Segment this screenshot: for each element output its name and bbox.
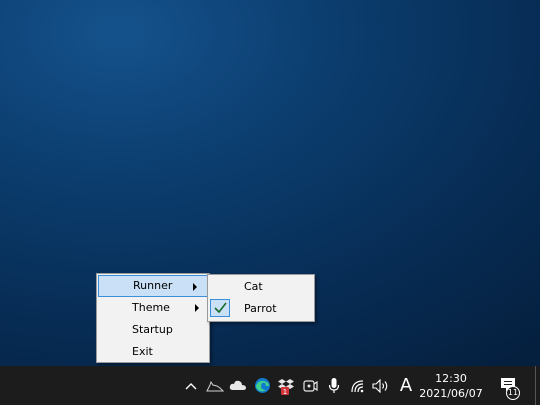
wifi-icon[interactable] <box>347 366 369 405</box>
tray-context-menu: Runner Theme Startup Exit <box>96 273 210 363</box>
action-center-button[interactable]: 11 <box>496 366 526 405</box>
menu-item-theme[interactable]: Theme <box>97 297 209 319</box>
show-desktop-button[interactable] <box>535 366 540 405</box>
taskbar: 1 A 12:30 2021/06/07 11 <box>0 366 540 405</box>
menu-item-label: Exit <box>132 345 153 358</box>
chevron-up-icon[interactable] <box>180 366 202 405</box>
menu-item-exit[interactable]: Exit <box>97 341 209 363</box>
meet-now-icon[interactable] <box>299 366 321 405</box>
clock-time: 12:30 <box>435 371 467 385</box>
runner-submenu: Cat Parrot <box>207 274 315 322</box>
submenu-item-cat[interactable]: Cat <box>208 276 314 298</box>
onedrive-cloud-icon[interactable] <box>227 366 249 405</box>
menu-item-label: Startup <box>132 323 173 336</box>
edge-browser-icon[interactable] <box>251 366 273 405</box>
runner-cat-icon[interactable] <box>204 366 226 405</box>
menu-item-label: Theme <box>132 301 170 314</box>
menu-item-label: Runner <box>133 279 173 292</box>
ime-mode-indicator[interactable]: A <box>395 366 417 405</box>
dropbox-badge-count: 1 <box>283 388 287 395</box>
volume-icon[interactable] <box>370 366 392 405</box>
submenu-item-parrot[interactable]: Parrot <box>208 298 314 320</box>
submenu-arrow-icon <box>193 283 197 291</box>
checkmark-icon <box>210 299 230 317</box>
submenu-item-label: Parrot <box>244 302 277 315</box>
microphone-icon[interactable] <box>323 366 345 405</box>
menu-item-runner[interactable]: Runner <box>98 275 208 297</box>
menu-item-startup[interactable]: Startup <box>97 319 209 341</box>
notification-count-badge: 11 <box>506 386 520 400</box>
clock-date: 2021/06/07 <box>419 386 483 400</box>
system-clock[interactable]: 12:30 2021/06/07 <box>418 366 484 405</box>
dropbox-icon[interactable]: 1 <box>276 366 298 405</box>
submenu-item-label: Cat <box>244 280 263 293</box>
submenu-arrow-icon <box>195 304 199 312</box>
